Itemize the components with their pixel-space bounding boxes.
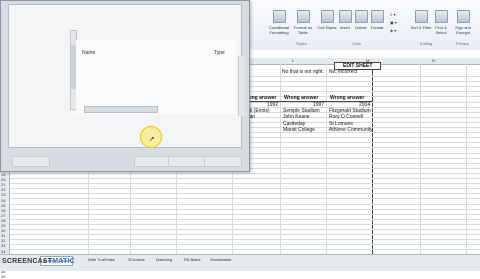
grid-line — [9, 203, 480, 205]
tab-3choices[interactable]: 3Choices — [126, 256, 147, 264]
grid-line — [248, 81, 480, 83]
grid-line — [9, 234, 480, 236]
group-styles-label: Styles — [296, 41, 307, 46]
sign-encrypt-button[interactable]: Sign and Encrypt — [452, 10, 474, 40]
dialog-button[interactable] — [12, 156, 50, 167]
grid-line — [248, 142, 480, 144]
format-icon — [370, 10, 384, 23]
grid-line — [248, 152, 480, 154]
grid-line — [420, 64, 421, 254]
dialog-button[interactable] — [204, 156, 242, 167]
grid-line — [248, 76, 480, 77]
tab-matching[interactable]: Matching — [154, 256, 174, 264]
autosum-icon[interactable]: Σ ▾ — [390, 12, 396, 17]
cell-styles-icon — [320, 10, 334, 23]
dialog-right-scrollbar[interactable] — [238, 56, 245, 116]
format-button[interactable]: Format — [366, 10, 388, 40]
grid-line — [248, 157, 480, 159]
dialog-button[interactable] — [168, 156, 206, 167]
sort-filter-icon — [414, 10, 428, 23]
grid-line — [9, 244, 480, 246]
column-header-n[interactable]: N — [432, 58, 435, 63]
group-privacy-label: Privacy — [456, 41, 470, 46]
header-underline — [240, 101, 372, 102]
grid-line — [466, 64, 467, 254]
grid-line — [248, 137, 480, 139]
mouse-cursor-icon: ➚ — [149, 136, 155, 143]
grid-line — [248, 167, 480, 169]
object-list[interactable] — [76, 40, 236, 114]
grid-line — [9, 223, 480, 225]
dialog-horizontal-scrollbar[interactable] — [84, 106, 158, 113]
grid-line — [9, 218, 480, 220]
notice-left-cell[interactable]: No that is not right. — [282, 69, 324, 75]
answer-cell[interactable]: John Keane — [283, 114, 310, 120]
row-header[interactable]: 39 — [1, 274, 5, 279]
clear-icon[interactable]: ◈ ▾ — [390, 28, 396, 33]
grid-line — [9, 178, 480, 179]
grid-line — [9, 239, 480, 241]
table-icon — [296, 10, 310, 23]
tab-wordstrable[interactable]: Wordstrable — [208, 256, 234, 264]
notice-right-cell[interactable]: No, incorrect — [329, 69, 357, 75]
answer-cell[interactable]: Athlone Community — [329, 127, 373, 133]
list-header-type[interactable]: Type — [214, 50, 225, 56]
grid-line — [9, 249, 480, 251]
format-as-table-button[interactable]: Format as Table — [292, 10, 314, 40]
tab-fill-blank[interactable]: Fill-Blank — [182, 256, 202, 264]
answer-cell[interactable]: Marist College — [283, 127, 315, 133]
sort-filter-button[interactable]: Sort & Filter — [410, 10, 432, 40]
group-editing-label: Editing — [420, 41, 433, 46]
grid-line — [372, 64, 373, 254]
fill-icon[interactable]: ▣ ▾ — [390, 20, 397, 25]
grid-line — [9, 183, 480, 185]
group-cells-label: Cells — [352, 41, 361, 46]
lock-icon — [456, 10, 470, 23]
grid-line — [248, 86, 480, 88]
conditional-formatting-button[interactable]: Conditional Formatting — [268, 10, 290, 40]
grid-line — [9, 213, 480, 215]
tab-with-truefalse[interactable]: With TrueFalse — [86, 256, 117, 264]
conditional-formatting-icon — [272, 10, 286, 23]
dialog-button[interactable] — [134, 156, 172, 167]
find-select-button[interactable]: Find & Select — [430, 10, 452, 40]
grid-line — [248, 162, 480, 164]
grid-line — [280, 64, 281, 254]
grid-line — [248, 91, 480, 93]
grid-line — [9, 198, 480, 200]
screencast-o-matic-logo: SCREENCASTMATIC — [2, 258, 75, 265]
answer-cell[interactable]: Rory O Connell — [329, 114, 363, 120]
grid-line — [9, 172, 480, 174]
grid-line — [9, 208, 480, 210]
list-header-name[interactable]: Name — [82, 50, 95, 56]
grid-line — [9, 229, 480, 230]
binoculars-icon — [434, 10, 448, 23]
grid-line — [326, 64, 327, 254]
grid-line — [9, 193, 480, 195]
column-header-l[interactable]: L — [292, 58, 294, 63]
grid-line — [248, 147, 480, 149]
grid-line — [9, 188, 480, 190]
